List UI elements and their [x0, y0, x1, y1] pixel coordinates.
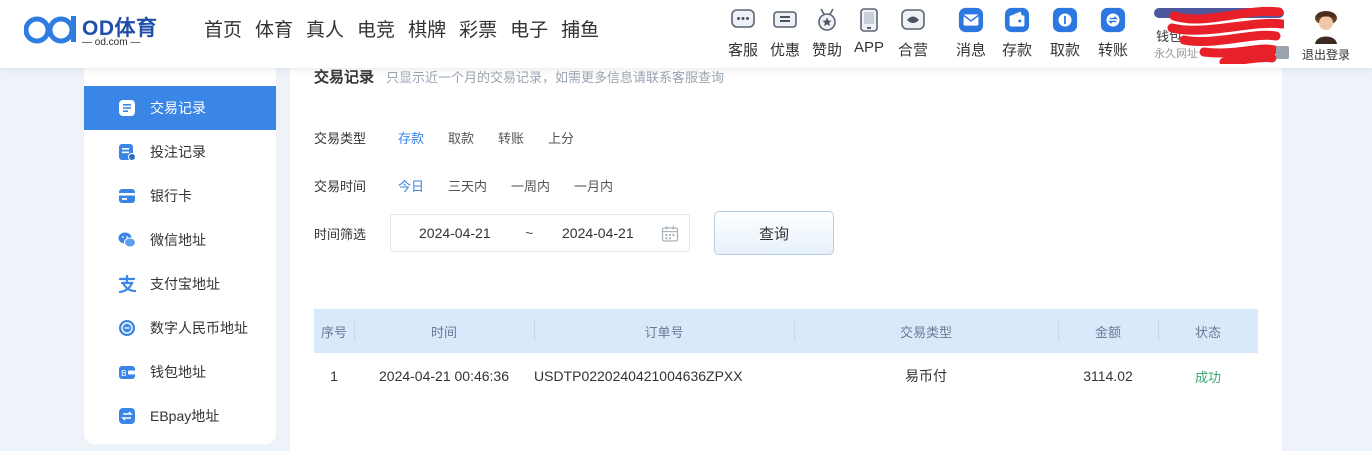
alipay-icon — [118, 275, 136, 293]
chat-bubble-icon — [730, 6, 756, 34]
col-type: 交易类型 — [899, 324, 952, 340]
date-start[interactable]: 2024-04-21 — [419, 225, 491, 241]
nav-home[interactable]: 首页 — [204, 19, 242, 43]
cell-type: 易币付 — [905, 368, 947, 384]
date-range-picker[interactable]: 2024-04-21 ~ 2024-04-21 — [390, 214, 690, 252]
sidebar-item-wechat[interactable]: 微信地址 — [84, 218, 276, 262]
table-row[interactable]: 1 2024-04-21 00:46:36 USDTP0220240421004… — [314, 353, 1258, 399]
date-separator: ~ — [525, 225, 534, 241]
record-icon — [119, 100, 135, 116]
affiliate-button[interactable]: 合营 — [898, 6, 928, 62]
table-header: 序号 时间 订单号 交易类型 金额 状态 — [314, 309, 1258, 353]
sidebar-item-ebpay[interactable]: EBpay地址 — [84, 394, 276, 438]
wallet-icon: B — [119, 366, 135, 379]
sidebar-item-transactions[interactable]: 交易记录 — [84, 86, 276, 130]
nav-lottery[interactable]: 彩票 — [459, 19, 497, 43]
type-filter: 交易类型 存款 取款 转账 上分 — [314, 126, 598, 148]
transfer-icon — [1100, 6, 1126, 34]
search-icon[interactable] — [1276, 46, 1289, 59]
messages-button[interactable]: 消息 — [956, 6, 986, 62]
account-sidebar: 交易记录 投注记录 银行卡 微信地址 支付宝地址 数字人民币地址 B 钱包地址 … — [84, 40, 276, 444]
customer-service-button[interactable]: 客服 — [728, 6, 758, 62]
nav-slots[interactable]: 电子 — [510, 19, 548, 43]
main-nav: 首页 体育 真人 电竞 棋牌 彩票 电子 捕鱼 — [204, 19, 599, 43]
nav-fishing[interactable]: 捕鱼 — [561, 19, 599, 43]
sidebar-item-bets[interactable]: 投注记录 — [84, 130, 276, 174]
app-download-button[interactable]: APP — [854, 6, 884, 62]
avatar[interactable] — [1306, 6, 1346, 44]
calendar-icon[interactable] — [661, 225, 679, 243]
bet-record-icon — [119, 144, 136, 161]
logout-button[interactable]: 退出登录 — [1302, 46, 1350, 63]
type-option-credit[interactable]: 上分 — [548, 128, 574, 147]
col-index: 序号 — [320, 324, 347, 340]
page-hint: 只显示近一个月的交易记录，如需更多信息请联系客服查询 — [386, 70, 725, 85]
transfer-button[interactable]: 转账 — [1098, 6, 1128, 62]
sidebar-item-alipay[interactable]: 支付宝地址 — [84, 262, 276, 306]
sponsor-button[interactable]: 赞助 — [812, 6, 842, 62]
wechat-icon — [118, 232, 136, 248]
type-option-withdraw[interactable]: 取款 — [448, 128, 474, 147]
wallet-deposit-icon — [1004, 6, 1030, 34]
site-logo[interactable]: OD体育 — od.com — — [24, 12, 164, 48]
svg-text:B: B — [121, 369, 127, 378]
status-badge: 成功 — [1194, 369, 1221, 385]
type-option-transfer[interactable]: 转账 — [498, 128, 524, 147]
time-option-3days[interactable]: 三天内 — [448, 176, 487, 195]
nav-live[interactable]: 真人 — [306, 19, 344, 43]
coupon-icon — [772, 6, 798, 34]
cell-index: 1 — [330, 368, 338, 384]
time-filter: 交易时间 今日 三天内 一周内 一月内 — [314, 174, 637, 196]
sidebar-item-bank-card[interactable]: 银行卡 — [84, 174, 276, 218]
page-title: 交易记录 — [314, 69, 375, 86]
medal-icon — [814, 6, 840, 34]
date-filter: 时间筛选 — [314, 226, 367, 242]
bank-card-icon — [119, 189, 135, 203]
time-option-today[interactable]: 今日 — [398, 176, 424, 195]
digital-rmb-icon — [119, 320, 135, 336]
date-end[interactable]: 2024-04-21 — [562, 225, 634, 241]
deposit-button[interactable]: 存款 — [1002, 6, 1032, 62]
nav-sports[interactable]: 体育 — [255, 19, 293, 43]
top-header: OD体育 — od.com — 首页 体育 真人 电竞 棋牌 彩票 电子 捕鱼 … — [0, 0, 1372, 68]
phone-icon — [856, 6, 882, 34]
logo-mark-icon — [24, 16, 76, 44]
nav-chess[interactable]: 棋牌 — [408, 19, 446, 43]
withdraw-button[interactable]: 取款 — [1050, 6, 1080, 62]
col-status: 状态 — [1194, 324, 1221, 340]
col-order: 订单号 — [644, 324, 684, 340]
nav-esports[interactable]: 电竞 — [357, 19, 395, 43]
type-option-deposit[interactable]: 存款 — [398, 128, 424, 147]
envelope-icon — [958, 6, 984, 34]
ebpay-icon — [119, 408, 135, 424]
user-panel: 钱包 永久网址 退出登录 — [1154, 4, 1364, 64]
handshake-icon — [900, 6, 926, 34]
logo-domain: — od.com — — [82, 37, 141, 48]
transactions-panel: 交易记录 只显示近一个月的交易记录，如需更多信息请联系客服查询 交易类型 存款 … — [290, 40, 1282, 451]
cell-amount: 3114.02 — [1083, 368, 1133, 384]
sidebar-item-wallet[interactable]: B 钱包地址 — [84, 350, 276, 394]
cell-time: 2024-04-21 00:46:36 — [379, 368, 509, 384]
col-amount: 金额 — [1094, 324, 1121, 340]
time-option-month[interactable]: 一月内 — [574, 176, 613, 195]
promotions-button[interactable]: 优惠 — [770, 6, 800, 62]
query-button[interactable]: 查询 — [714, 211, 834, 255]
redaction-scribble — [1167, 6, 1284, 64]
coin-withdraw-icon — [1052, 6, 1078, 34]
cell-order: USDTP0220240421004636ZPXX — [534, 368, 743, 384]
col-time: 时间 — [430, 324, 457, 340]
sidebar-item-digital-rmb[interactable]: 数字人民币地址 — [84, 306, 276, 350]
time-option-week[interactable]: 一周内 — [511, 176, 550, 195]
